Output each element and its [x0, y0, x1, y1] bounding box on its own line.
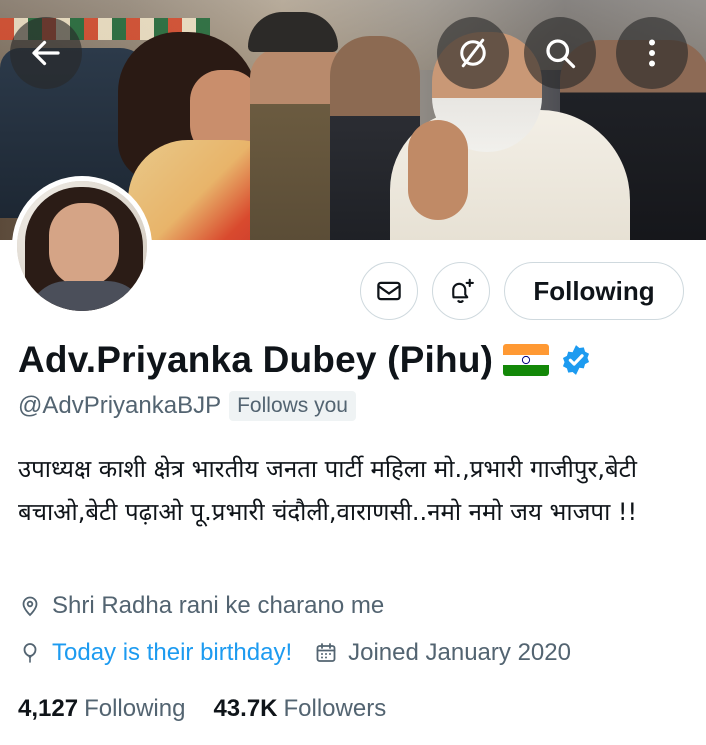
search-button[interactable] [524, 17, 596, 89]
joined-info: Joined January 2020 [314, 639, 571, 667]
verified-badge-icon[interactable] [559, 343, 593, 377]
followers-stat[interactable]: 43.7K Followers [213, 695, 386, 723]
profile-location: Shri Radha rani ke charano me [52, 592, 385, 619]
arrow-left-icon [32, 40, 60, 66]
banner-folded-hands [408, 120, 468, 220]
location-row: Shri Radha rani ke charano me [18, 590, 384, 622]
location-pin-icon [22, 596, 38, 617]
avatar[interactable] [12, 176, 152, 316]
profile-name-row: Adv.Priyanka Dubey (Pihu) [18, 336, 593, 384]
bell-plus-icon [452, 278, 474, 303]
envelope-icon [377, 281, 401, 301]
mute-button[interactable] [437, 17, 509, 89]
followers-count: 43.7K [213, 695, 278, 722]
more-options-button[interactable] [616, 17, 688, 89]
following-count: 4,127 [18, 695, 79, 722]
profile-bio: उपाध्यक्ष काशी क्षेत्र भारतीय जनता पार्ट… [18, 455, 638, 526]
joined-date: Joined January 2020 [348, 639, 571, 666]
following-label: Following [84, 695, 186, 722]
profile-name: Adv.Priyanka Dubey (Pihu) [18, 339, 494, 380]
handle-row: @AdvPriyankaBJP Follows you [18, 390, 356, 422]
following-button[interactable]: Following [504, 262, 684, 320]
more-vertical-icon [649, 39, 655, 67]
follows-you-badge: Follows you [229, 391, 356, 421]
birthday-link[interactable]: Today is their birthday! [52, 639, 292, 667]
avatar-face [49, 203, 119, 287]
birthday-joined-row: Today is their birthday! Joined January … [18, 637, 571, 669]
calendar-icon [316, 643, 336, 662]
followers-label: Followers [283, 695, 387, 722]
profile-stats: 4,127 Following 43.7K Followers [18, 692, 386, 726]
profile-handle: @AdvPriyankaBJP [18, 392, 222, 419]
mute-slash-icon [460, 38, 486, 68]
following-stat[interactable]: 4,127 Following [18, 695, 185, 723]
back-button[interactable] [10, 17, 82, 89]
india-flag-icon [503, 344, 550, 376]
balloon-icon [23, 643, 37, 663]
search-icon [546, 39, 576, 69]
notify-button[interactable] [432, 262, 490, 320]
message-button[interactable] [360, 262, 418, 320]
